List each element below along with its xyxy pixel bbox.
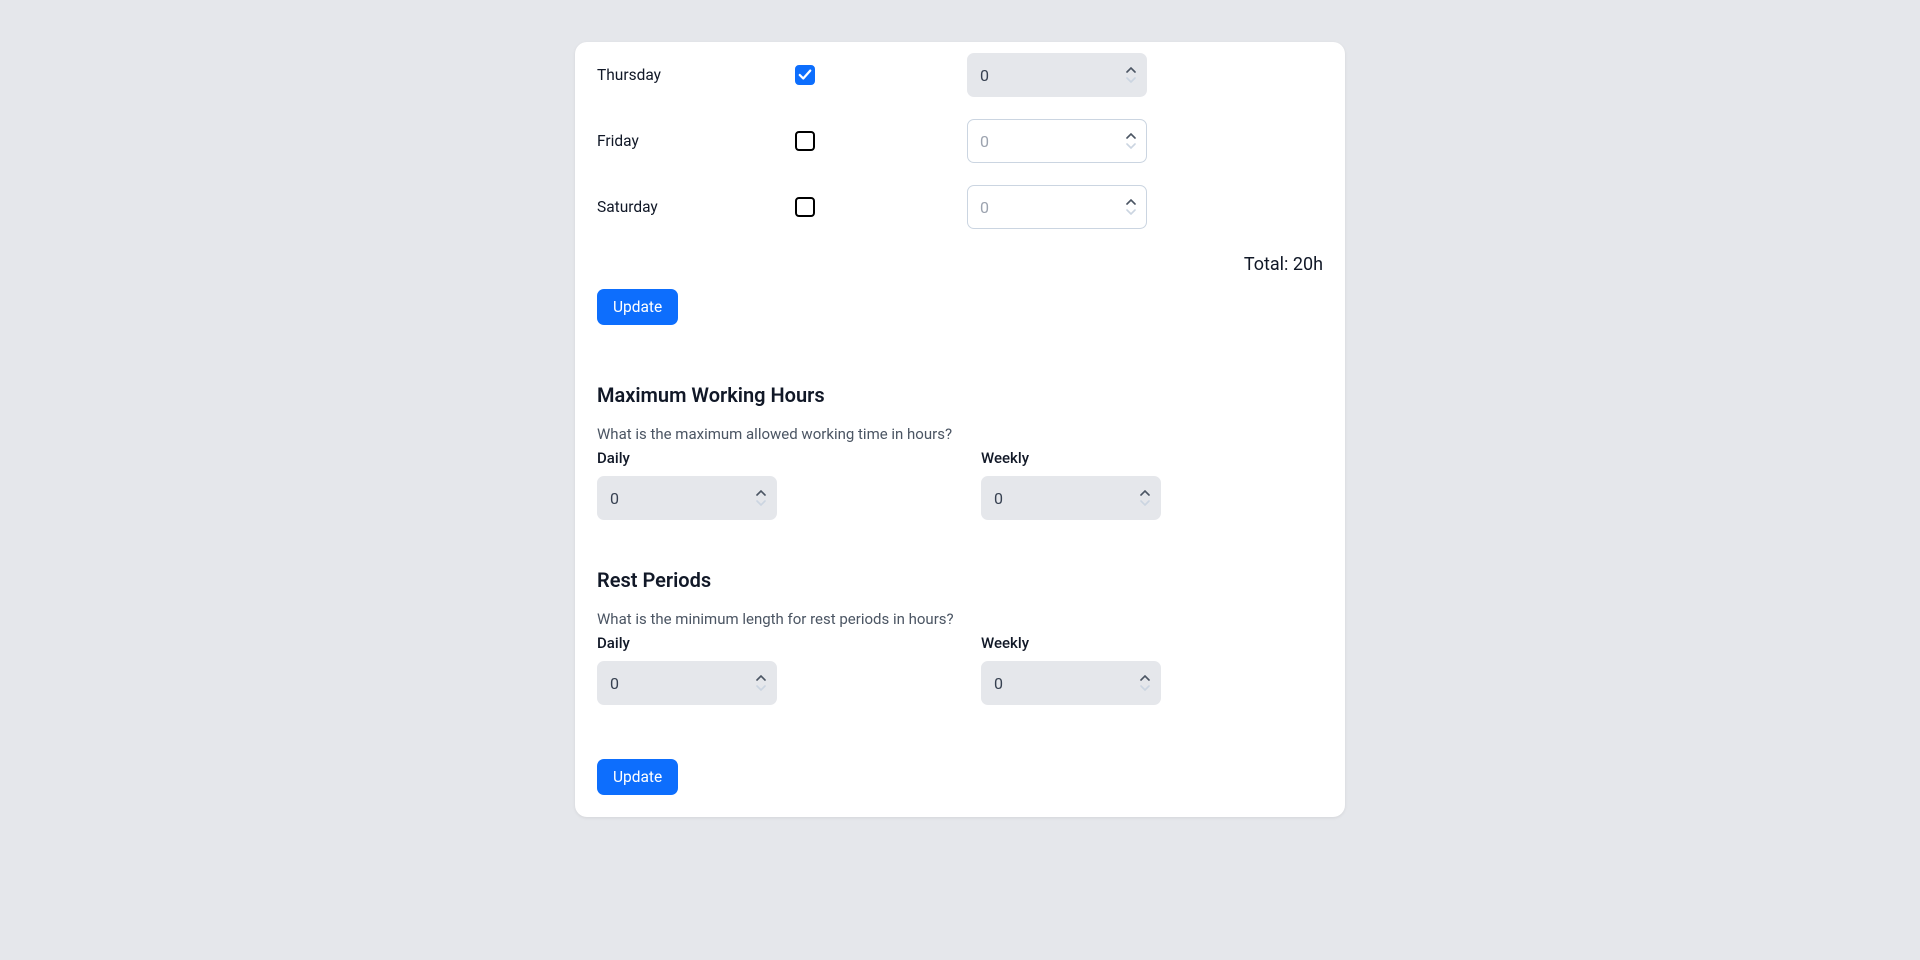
stepper-down-icon[interactable] <box>754 684 768 692</box>
total-hours-label: Total: 20h <box>597 254 1323 275</box>
input-placeholder: 0 <box>980 132 989 151</box>
stepper-up-icon[interactable] <box>1138 489 1152 497</box>
rest-daily-label: Daily <box>597 634 777 652</box>
day-checkbox-saturday[interactable] <box>795 197 815 217</box>
settings-card: Thursday 0 Friday <box>575 42 1345 817</box>
input-value: 0 <box>994 489 1003 508</box>
rest-daily-input[interactable]: 0 <box>597 661 777 705</box>
update-limits-button[interactable]: Update <box>597 759 678 795</box>
stepper-up-icon[interactable] <box>754 489 768 497</box>
day-label: Thursday <box>597 66 795 84</box>
max-daily-label: Daily <box>597 449 777 467</box>
day-hours-input-friday[interactable]: 0 <box>967 119 1147 163</box>
stepper-down-icon[interactable] <box>754 499 768 507</box>
rest-weekly-input[interactable]: 0 <box>981 661 1161 705</box>
stepper-up-icon[interactable] <box>754 674 768 682</box>
rest-sub: What is the minimum length for rest peri… <box>597 610 1323 628</box>
day-hours-input-saturday[interactable]: 0 <box>967 185 1147 229</box>
input-value: 0 <box>610 674 619 693</box>
input-value: 0 <box>610 489 619 508</box>
day-row-friday: Friday 0 <box>597 108 1323 174</box>
rest-weekly-label: Weekly <box>981 634 1161 652</box>
stepper-up-icon[interactable] <box>1124 198 1138 206</box>
day-row-thursday: Thursday 0 <box>597 42 1323 108</box>
day-hours-input-thursday[interactable]: 0 <box>967 53 1147 97</box>
max-hours-sub: What is the maximum allowed working time… <box>597 425 1323 443</box>
max-weekly-input[interactable]: 0 <box>981 476 1161 520</box>
day-checkbox-thursday[interactable] <box>795 65 815 85</box>
max-weekly-label: Weekly <box>981 449 1161 467</box>
check-icon <box>798 68 812 82</box>
rest-heading: Rest Periods <box>597 568 1323 592</box>
day-label: Saturday <box>597 198 795 216</box>
stepper-down-icon[interactable] <box>1124 142 1138 150</box>
day-label: Friday <box>597 132 795 150</box>
update-days-button[interactable]: Update <box>597 289 678 325</box>
input-value: 0 <box>980 66 989 85</box>
day-checkbox-friday[interactable] <box>795 131 815 151</box>
max-hours-heading: Maximum Working Hours <box>597 383 1323 407</box>
stepper-up-icon[interactable] <box>1124 66 1138 74</box>
day-row-saturday: Saturday 0 <box>597 174 1323 240</box>
stepper-down-icon[interactable] <box>1124 76 1138 84</box>
stepper-up-icon[interactable] <box>1138 674 1152 682</box>
max-daily-input[interactable]: 0 <box>597 476 777 520</box>
stepper-down-icon[interactable] <box>1124 208 1138 216</box>
input-placeholder: 0 <box>980 198 989 217</box>
stepper-down-icon[interactable] <box>1138 499 1152 507</box>
input-value: 0 <box>994 674 1003 693</box>
stepper-down-icon[interactable] <box>1138 684 1152 692</box>
stepper-up-icon[interactable] <box>1124 132 1138 140</box>
